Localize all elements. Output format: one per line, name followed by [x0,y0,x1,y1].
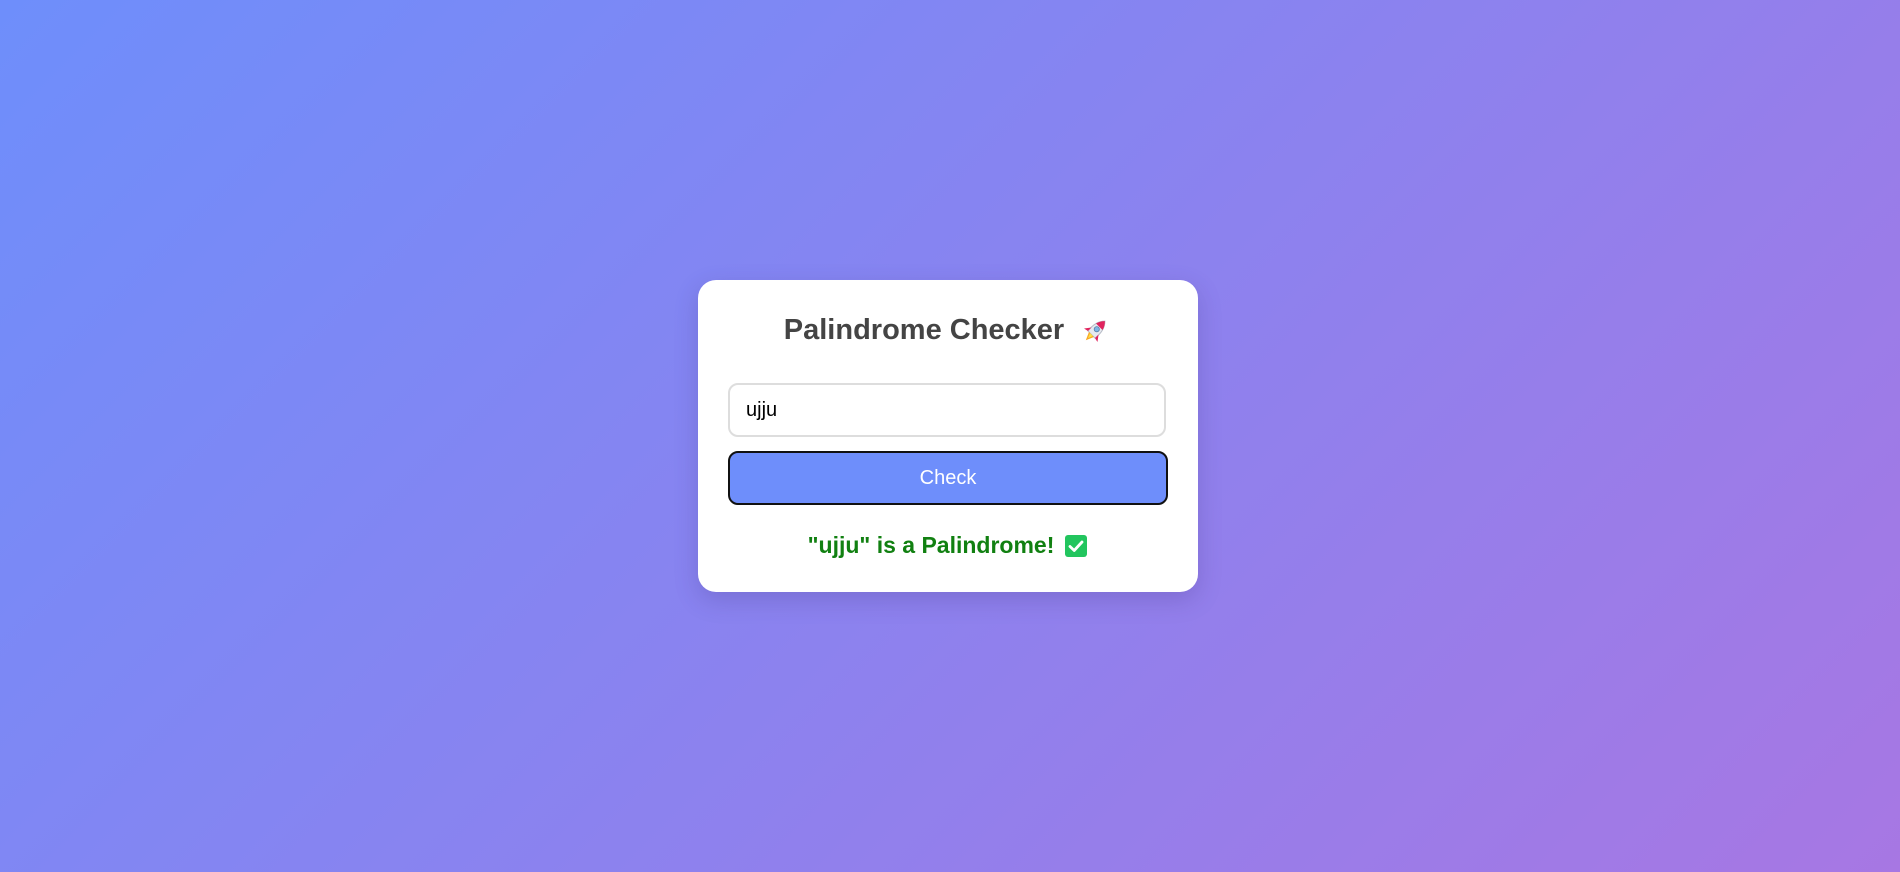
text-input[interactable] [728,383,1166,437]
result-text: "ujju" is a Palindrome! [807,532,1055,558]
check-button[interactable]: Check [728,451,1168,505]
page-title-text: Palindrome Checker [783,314,1065,347]
page-title: Palindrome Checker [698,314,1198,348]
palindrome-card: Palindrome Checker Check "ujju" is a Pal… [698,280,1198,592]
check-mark-icon [1064,534,1088,558]
result-message: "ujju" is a Palindrome! [698,532,1198,559]
rocket-icon [1078,314,1112,348]
